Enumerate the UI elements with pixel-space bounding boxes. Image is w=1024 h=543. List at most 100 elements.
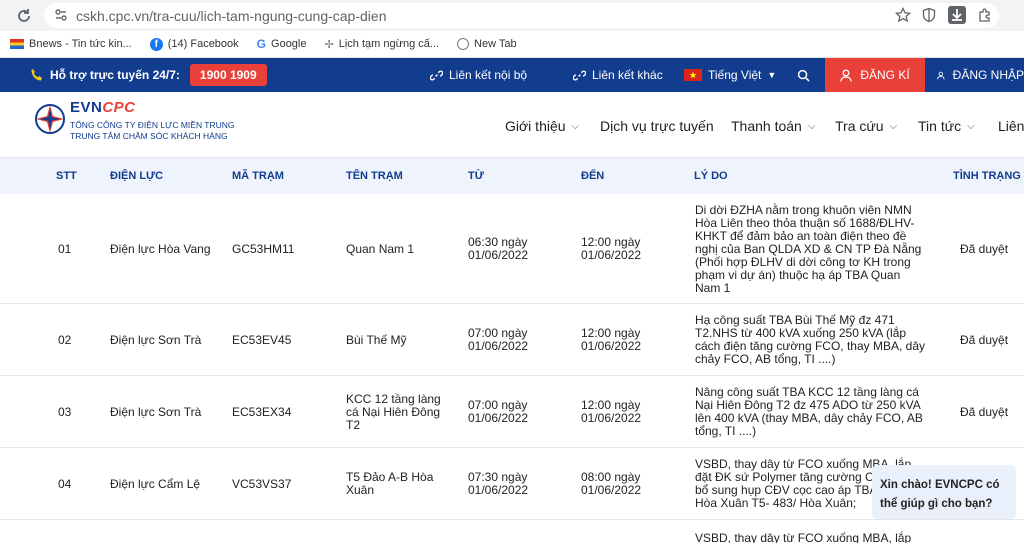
menu-thanh-toan[interactable]: Thanh toán ⌵: [731, 118, 815, 134]
hotline-number[interactable]: 1900 1909: [189, 64, 267, 86]
bookmark-bnews[interactable]: Bnews - Tin tức kin...: [10, 38, 132, 50]
logo-subtitle-1: TỔNG CÔNG TY ĐIỆN LỰC MIỀN TRUNG: [70, 120, 235, 130]
col-tu: TỪ: [468, 170, 484, 182]
cell-ma-tram: GC53HM11: [232, 242, 295, 256]
cell-tu: 06:30 ngày 01/06/2022: [468, 235, 529, 262]
cell-tu: 07:30 ngày 01/06/2022: [468, 470, 529, 497]
menu-tin-tuc[interactable]: Tin tức ⌵: [918, 118, 975, 134]
url-text: cskh.cpc.vn/tra-cuu/lich-tam-ngung-cung-…: [76, 7, 387, 24]
cell-ma-tram: VC53VS37: [232, 477, 292, 491]
cell-den: 08:00 ngày 01/06/2022: [581, 470, 642, 497]
outage-schedule-table: STT ĐIỆN LỰC MÃ TRẠM TÊN TRẠM TỪ ĐẾN LÝ …: [0, 158, 1024, 543]
cell-ma-tram: EC53EV45: [232, 333, 292, 347]
address-bar[interactable]: cskh.cpc.vn/tra-cuu/lich-tam-ngung-cung-…: [44, 3, 999, 28]
facebook-icon: f: [149, 37, 163, 51]
cell-stt: 03: [58, 405, 72, 419]
bookmark-new-tab[interactable]: New Tab: [457, 38, 517, 50]
chevron-down-icon: ⌵: [807, 120, 816, 132]
bnews-icon: [10, 39, 24, 49]
cell-ma-tram: EC53EX34: [232, 405, 292, 419]
site-info-icon[interactable]: [54, 8, 68, 22]
cell-den: 12:00 ngày 01/06/2022: [581, 398, 642, 425]
col-dien-luc: ĐIỆN LỰC: [110, 170, 164, 182]
hotline: Hỗ trợ trực tuyến 24/7: 1900 1909: [30, 64, 267, 86]
browser-toolbar: cskh.cpc.vn/tra-cuu/lich-tam-ngung-cung-…: [0, 0, 1024, 31]
page-icon: ✢: [324, 38, 334, 51]
search-button[interactable]: [797, 58, 810, 92]
table-row: 02 Điện lực Sơn Trà EC53EV45 Bùi Thế Mỹ 07:0…: [0, 304, 1024, 376]
user-icon: [840, 69, 852, 82]
table-header: STT ĐIỆN LỰC MÃ TRẠM TÊN TRẠM TỪ ĐẾN LÝ …: [0, 158, 1024, 194]
col-den: ĐẾN: [581, 170, 605, 182]
cell-den: 12:00 ngày 01/06/2022: [581, 235, 642, 262]
cell-stt: 01: [58, 242, 72, 256]
chevron-down-icon: ⌵: [967, 120, 975, 132]
chat-greeting-bubble[interactable]: Xin chào! EVNCPC có thể giúp gì cho bạn?: [872, 465, 1016, 519]
cell-stt: 02: [58, 333, 72, 347]
menu-tra-cuu[interactable]: Tra cứu ⌵: [835, 118, 897, 134]
bookmark-star-icon[interactable]: [895, 7, 911, 23]
cell-ly-do: Di dời ĐZHA nằm trong khuôn viên NMN Hòa …: [695, 203, 922, 295]
cell-dien-luc: Điện lực Sơn Trà: [110, 333, 202, 347]
bookmark-google[interactable]: G Google: [257, 37, 307, 51]
menu-lien-he[interactable]: Liên: [998, 118, 1024, 134]
evn-star-logo-icon: [35, 103, 65, 134]
hotline-label: Hỗ trợ trực tuyến 24/7:: [50, 68, 180, 82]
cell-ly-do: Nâng công suất TBA KCC 12 tầng làng cá Nạ…: [695, 385, 923, 438]
google-icon: G: [256, 37, 267, 51]
table-row: 01 Điện lực Hòa Vang GC53HM11 Quan Nam 1 06:…: [0, 194, 1024, 304]
table-row: VSBD, thay dây từ FCO xuống MBA, lắp: [0, 520, 1024, 543]
other-links-link[interactable]: Liên kết khác: [573, 58, 663, 92]
bookmark-lich-tam-ngung[interactable]: ✢ Lịch tạm ngừng cấ...: [325, 38, 440, 51]
cell-dien-luc: Điện lực Hòa Vang: [110, 242, 211, 256]
extensions-puzzle-icon[interactable]: [977, 7, 993, 23]
cell-ten-tram: Bùi Thế Mỹ: [346, 333, 407, 347]
site-topbar: Hỗ trợ trực tuyến 24/7: 1900 1909 Liên k…: [0, 58, 1024, 92]
col-stt: STT: [56, 170, 77, 182]
logo-brand-evn: EVN: [70, 99, 103, 116]
table-row: 04 Điện lực Cẩm Lệ VC53VS37 T5 Đảo A-B Hòa X…: [0, 448, 1024, 520]
download-icon[interactable]: [947, 5, 967, 25]
chevron-down-icon: ▼: [767, 70, 777, 80]
internal-links-link[interactable]: Liên kết nội bộ: [430, 58, 527, 92]
cell-tu: 07:00 ngày 01/06/2022: [468, 326, 529, 353]
register-button[interactable]: ĐĂNG KÍ: [825, 58, 925, 92]
bookmarks-bar: Bnews - Tin tức kin... f (14) Facebook G…: [0, 31, 1024, 58]
link-icon: [430, 70, 443, 80]
logo-subtitle-2: TRUNG TÂM CHĂM SÓC KHÁCH HÀNG: [70, 131, 228, 141]
menu-dich-vu-truc-tuyen[interactable]: Dịch vụ trực tuyến: [600, 118, 714, 134]
cell-ten-tram: T5 Đảo A-B Hòa Xuân: [346, 470, 434, 497]
cell-tinh-trang: Đã duyệt: [960, 242, 1009, 256]
cell-ly-do: Hạ công suất TBA Bùi Thế Mỹ đz 471 T2.NHS…: [695, 313, 926, 366]
chevron-down-icon: ⌵: [889, 120, 898, 132]
cell-tinh-trang: Đã duyệt: [960, 333, 1009, 347]
cell-den: 12:00 ngày 01/06/2022: [581, 326, 642, 353]
login-button[interactable]: ĐĂNG NHẬP: [925, 58, 1024, 92]
menu-gioi-thieu[interactable]: Giới thiệu ⌵: [505, 118, 579, 134]
phone-icon: [31, 69, 42, 81]
chevron-down-icon: ⌵: [571, 120, 580, 132]
site-header: EVNCPC TỔNG CÔNG TY ĐIỆN LỰC MIỀN TRUNG …: [0, 92, 1024, 158]
evncpc-logo[interactable]: EVNCPC TỔNG CÔNG TY ĐIỆN LỰC MIỀN TRUNG …: [34, 99, 235, 142]
cell-tu: 07:00 ngày 01/06/2022: [468, 398, 529, 425]
user-icon: [937, 71, 945, 79]
cell-ly-do: VSBD, thay dây từ FCO xuống MBA, lắp: [695, 531, 912, 543]
shield-extension-icon[interactable]: [921, 7, 937, 23]
cell-stt: 04: [58, 477, 72, 491]
cell-dien-luc: Điện lực Cẩm Lệ: [110, 477, 201, 491]
col-tinh-trang: TÌNH TRẠNG: [953, 170, 1021, 182]
search-icon: [797, 69, 810, 82]
cell-dien-luc: Điện lực Sơn Trà: [110, 405, 202, 419]
link-icon: [573, 70, 586, 80]
reload-icon[interactable]: [12, 4, 36, 28]
vietnam-flag-icon: [684, 69, 702, 81]
col-ten-tram: TÊN TRẠM: [346, 170, 403, 182]
col-ly-do: LÝ DO: [694, 170, 728, 182]
col-ma-tram: MÃ TRẠM: [232, 170, 284, 182]
language-selector[interactable]: Tiếng Việt ▼: [684, 58, 776, 92]
globe-icon: [457, 38, 470, 50]
bookmark-facebook[interactable]: f (14) Facebook: [149, 37, 239, 51]
cell-ten-tram: KCC 12 tầng làng cá Nại Hiên Đông T2: [346, 392, 441, 432]
cell-ten-tram: Quan Nam 1: [346, 242, 415, 256]
logo-brand-cpc: CPC: [102, 99, 136, 116]
